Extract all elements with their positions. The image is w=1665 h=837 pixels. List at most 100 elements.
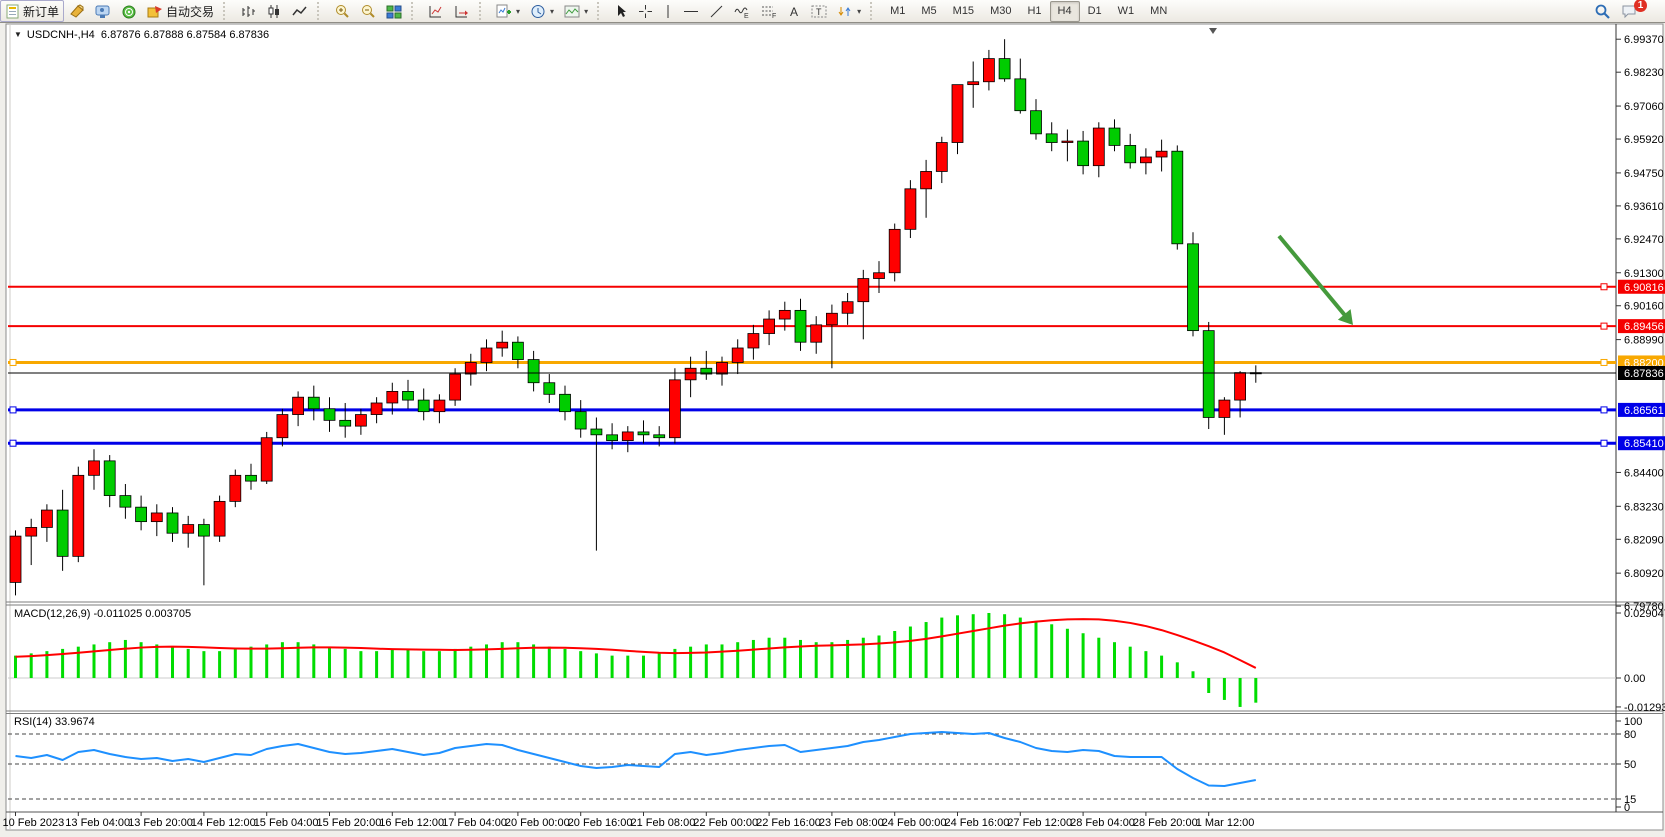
timeframe-d1[interactable]: D1 (1080, 1, 1110, 22)
line-chart-icon (292, 4, 308, 19)
search-button[interactable] (1589, 0, 1616, 22)
candle-body (560, 394, 571, 411)
macd-histogram-bar (940, 618, 943, 678)
chat-button[interactable]: 1 (1616, 0, 1659, 22)
zoom-in-button[interactable] (329, 0, 355, 22)
macd-histogram-bar (1066, 629, 1069, 678)
price-tick-label: 6.82090 (1624, 534, 1664, 546)
candle-body (544, 383, 555, 395)
bar-chart-button[interactable] (235, 0, 261, 22)
macd-histogram-bar (1050, 624, 1053, 678)
auto-arrange-button[interactable] (423, 0, 449, 22)
text-button[interactable]: A (783, 0, 806, 22)
time-label: 20 Feb 16:00 (568, 817, 633, 829)
price-tick-label: 6.92470 (1624, 234, 1664, 246)
chevron-down-icon[interactable]: ▾ (516, 7, 520, 16)
text-label-icon: T (811, 4, 827, 19)
timeframe-m1[interactable]: M1 (882, 1, 913, 22)
elliott-wave-icon: E (734, 4, 751, 19)
macd-histogram-bar (1113, 642, 1116, 678)
macd-histogram-bar (1019, 618, 1022, 678)
macd-histogram-bar (93, 644, 96, 678)
chart-canvas[interactable]: 6.993706.982306.970606.959206.947506.936… (0, 0, 1665, 837)
price-tick-label: 6.88990 (1624, 335, 1664, 347)
horizontal-line-button[interactable] (678, 0, 704, 22)
period-clock-button[interactable]: ▾ (525, 0, 559, 22)
line-handle[interactable] (1601, 359, 1607, 365)
price-tick-label: 6.83230 (1624, 501, 1664, 513)
price-tick-label: 6.80920 (1624, 568, 1664, 580)
line-handle[interactable] (10, 440, 16, 446)
cursor-icon (614, 4, 628, 19)
trendline-button[interactable] (704, 0, 729, 22)
macd-histogram-bar (501, 642, 504, 678)
timeframe-h1[interactable]: H1 (1019, 1, 1049, 22)
timeframe-mn[interactable]: MN (1142, 1, 1175, 22)
toolbar-group-arrange (423, 0, 475, 22)
crosshair-button[interactable] (633, 0, 658, 22)
chart-title: ▼USDCNH-,H4 6.87876 6.87888 6.87584 6.87… (14, 29, 269, 41)
timeframe-m30[interactable]: M30 (982, 1, 1019, 22)
gold-tool-button[interactable] (64, 0, 90, 22)
timeframe-m5[interactable]: M5 (913, 1, 944, 22)
chart-window[interactable]: 6.993706.982306.970606.959206.947506.936… (0, 0, 1665, 837)
macd-histogram-bar (250, 647, 253, 678)
candle-body (1015, 79, 1026, 111)
line-handle[interactable] (10, 359, 16, 365)
macd-histogram-bar (359, 651, 362, 678)
horizontal-line-icon (683, 4, 699, 19)
candle-body (418, 400, 429, 412)
price-tick-label: 6.97060 (1624, 101, 1664, 113)
candle-body (622, 432, 633, 441)
candlestick-button[interactable] (261, 0, 287, 22)
candle-body (57, 510, 68, 556)
macd-histogram-bar (1207, 678, 1210, 693)
timeframe-h4[interactable]: H4 (1050, 1, 1080, 22)
line-handle[interactable] (1601, 407, 1607, 413)
macd-histogram-bar (579, 651, 582, 678)
macd-histogram-bar (1254, 678, 1257, 703)
remote-desk-button[interactable] (90, 0, 116, 22)
macd-histogram-bar (234, 649, 237, 678)
vertical-line-button[interactable] (658, 0, 678, 22)
chevron-down-icon[interactable]: ▾ (550, 7, 554, 16)
chart-collapse-icon[interactable]: ▼ (14, 30, 22, 39)
chevron-down-icon[interactable]: ▾ (584, 7, 588, 16)
candle-body (340, 420, 351, 426)
chart-profile-button[interactable]: ▾ (559, 0, 593, 22)
zoom-in-icon (334, 3, 350, 19)
line-handle[interactable] (1601, 323, 1607, 329)
candle-body (842, 302, 853, 314)
time-label: 10 Feb 2023 (3, 817, 65, 829)
shapes-button[interactable]: ▾ (832, 0, 866, 22)
time-label: 27 Feb 12:00 (1007, 817, 1072, 829)
timeframe-w1[interactable]: W1 (1110, 1, 1143, 22)
signal-button[interactable] (116, 0, 142, 22)
elliott-wave-button[interactable]: E (729, 0, 756, 22)
chart-shift-button[interactable] (449, 0, 475, 22)
line-handle[interactable] (1601, 440, 1607, 446)
macd-histogram-bar (454, 649, 457, 678)
text-label-button[interactable]: T (806, 0, 832, 22)
line-chart-button[interactable] (287, 0, 313, 22)
cursor-button[interactable] (609, 0, 633, 22)
timeframe-m15[interactable]: M15 (945, 1, 982, 22)
tile-windows-button[interactable] (381, 0, 407, 22)
fibonacci-button[interactable]: F (756, 0, 783, 22)
new-order-button[interactable]: 新订单 (0, 0, 64, 22)
price-tick-label: 6.98230 (1624, 67, 1664, 79)
price-tick-label: 6.84400 (1624, 467, 1664, 479)
macd-histogram-bar (611, 656, 614, 678)
zoom-out-button[interactable] (355, 0, 381, 22)
macd-histogram-bar (1129, 647, 1132, 678)
autotrade-button[interactable]: 自动交易 (142, 0, 219, 22)
macd-histogram-bar (658, 653, 661, 678)
macd-histogram-bar (642, 656, 645, 678)
line-handle[interactable] (10, 407, 16, 413)
auto-arrange-icon (428, 4, 444, 19)
toolbar-separator (870, 2, 879, 20)
new-chart-button[interactable]: ▾ (491, 0, 525, 22)
chevron-down-icon[interactable]: ▾ (857, 7, 861, 16)
candle-body (10, 536, 21, 582)
line-handle[interactable] (1601, 284, 1607, 290)
